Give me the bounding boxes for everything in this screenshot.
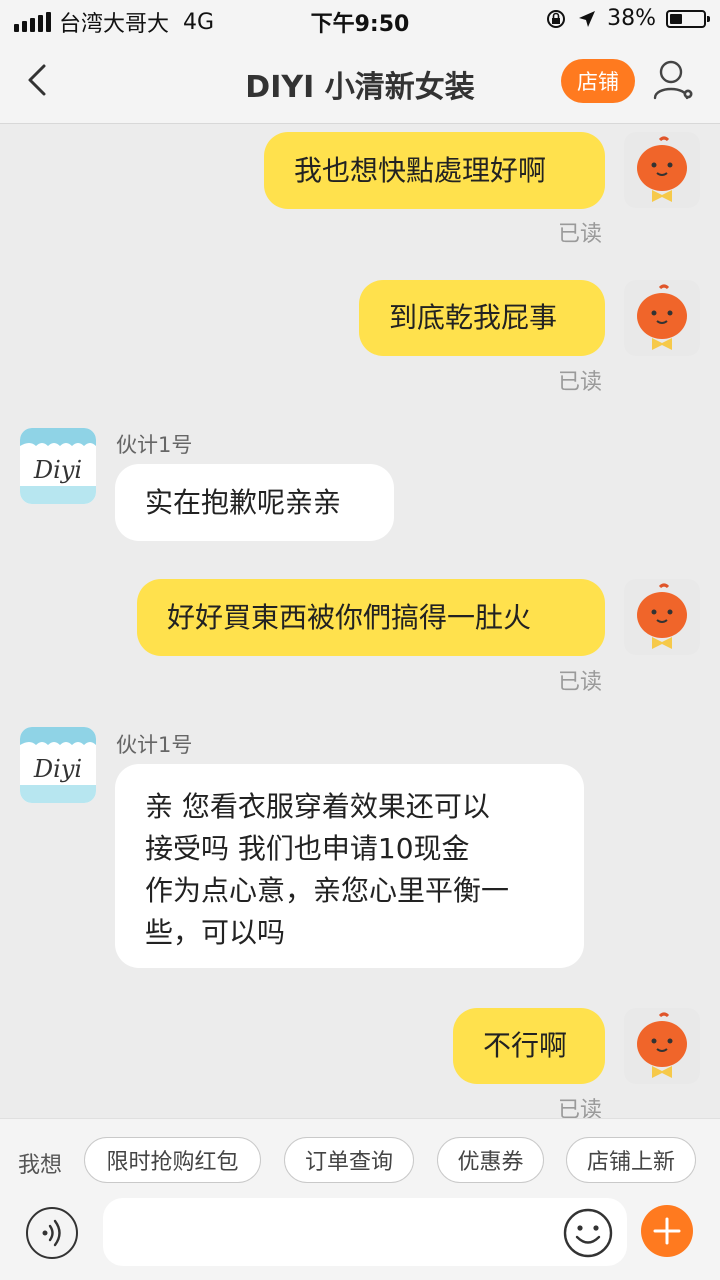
quick-reply-chip[interactable]: 优惠券 xyxy=(437,1137,544,1183)
rotation-lock-icon xyxy=(547,9,566,28)
my-avatar[interactable] xyxy=(624,579,700,655)
voice-waves-icon xyxy=(42,1219,61,1247)
nav-bar: DIYI 小清新女装 店铺 xyxy=(0,40,720,124)
read-status: 已读 xyxy=(558,370,603,395)
my-avatar[interactable] xyxy=(624,132,700,208)
quick-reply-chip[interactable]: 店铺上新 xyxy=(566,1137,696,1183)
message-text: 到底乾我屁事 xyxy=(389,301,558,334)
quick-reply-chip[interactable]: 限时抢购红包 xyxy=(84,1137,261,1183)
message-text: 我也想快點處理好啊 xyxy=(294,153,547,187)
plus-icon[interactable] xyxy=(641,1205,693,1257)
status-right: 38% xyxy=(545,6,710,31)
my-avatar[interactable] xyxy=(624,280,700,356)
read-status: 已读 xyxy=(558,670,603,695)
read-status: 已读 xyxy=(558,1098,603,1118)
my-message-bubble[interactable]: 好好買東西被你們搞得一肚火 xyxy=(137,579,605,656)
my-message-bubble[interactable]: 不行啊 xyxy=(453,1008,605,1084)
message-input[interactable] xyxy=(103,1198,627,1266)
quick-reply-lead: 我想 xyxy=(18,1153,63,1178)
shop-avatar[interactable]: Diyi xyxy=(20,428,96,504)
message-line: 亲 您看衣服穿着效果还可以 xyxy=(145,790,490,823)
my-message-bubble[interactable]: 我也想快點處理好啊 xyxy=(264,132,605,209)
my-message-bubble[interactable]: 到底乾我屁事 xyxy=(359,280,605,356)
shop-avatar[interactable]: Diyi xyxy=(20,727,96,803)
location-icon xyxy=(579,10,596,27)
pumpkin-mascot-icon xyxy=(637,136,687,202)
voice-icon[interactable] xyxy=(26,1207,78,1259)
input-bar xyxy=(0,1198,720,1280)
status-bar: 台湾大哥大 4G 下午9:50 38% xyxy=(0,0,720,40)
diyi-logo-icon: Diyi xyxy=(20,727,96,803)
plus-glyph-icon xyxy=(653,1217,681,1245)
read-status: 已读 xyxy=(558,222,603,247)
message-text: 不行啊 xyxy=(483,1029,568,1062)
message-line: 接受吗 我们也申请10现金 xyxy=(145,832,470,865)
svg-text:Diyi: Diyi xyxy=(33,755,82,783)
shop-message-bubble[interactable]: 亲 您看衣服穿着效果还可以 接受吗 我们也申请10现金 作为点心意，亲您心里平衡… xyxy=(115,764,584,968)
pumpkin-mascot-icon xyxy=(637,1012,687,1078)
quick-reply-bar: 我想 限时抢购红包 订单查询 优惠券 店铺上新 xyxy=(0,1118,720,1203)
battery-percent: 38% xyxy=(607,6,656,31)
quick-reply-chip[interactable]: 订单查询 xyxy=(284,1137,414,1183)
my-avatar[interactable] xyxy=(624,1008,700,1084)
diyi-logo-icon: Diyi xyxy=(20,428,96,504)
message-text: 好好買東西被你們搞得一肚火 xyxy=(167,600,532,634)
shop-message-bubble[interactable]: 实在抱歉呢亲亲 xyxy=(115,464,394,541)
sender-name: 伙计1号 xyxy=(116,733,193,757)
message-line: 些，可以吗 xyxy=(145,916,286,949)
battery-icon xyxy=(666,9,710,28)
pumpkin-mascot-icon xyxy=(637,284,687,350)
pumpkin-mascot-icon xyxy=(637,583,687,649)
message-text: 实在抱歉呢亲亲 xyxy=(145,485,342,519)
message-line: 作为点心意，亲您心里平衡一 xyxy=(145,874,510,907)
store-button[interactable]: 店铺 xyxy=(561,59,635,103)
message-text: 亲 您看衣服穿着效果还可以 接受吗 我们也申请10现金 作为点心意，亲您心里平衡… xyxy=(145,786,509,954)
emoji-icon[interactable] xyxy=(562,1207,614,1259)
sender-name: 伙计1号 xyxy=(116,433,193,457)
user-settings-icon[interactable] xyxy=(652,58,696,104)
svg-text:Diyi: Diyi xyxy=(33,456,82,484)
chat-area[interactable]: 我也想快點處理好啊 已读 到底乾我屁事 已读 Diyi 伙计1号 实在抱歉呢亲亲… xyxy=(0,124,720,1118)
